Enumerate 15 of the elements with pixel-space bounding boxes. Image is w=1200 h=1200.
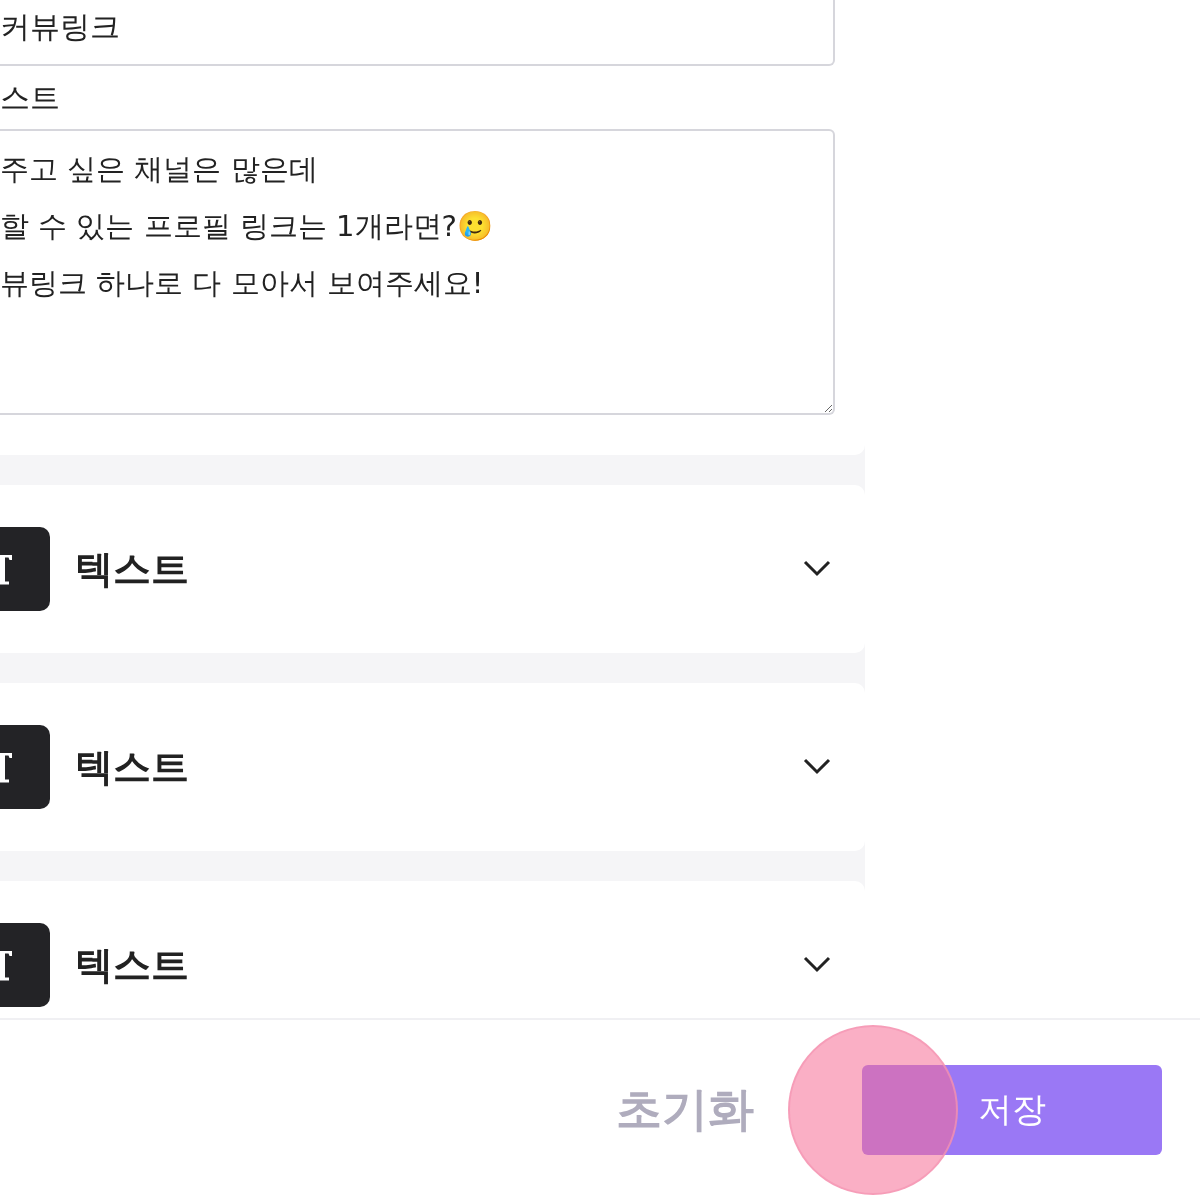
text-block-icon [0,527,50,611]
block-title: 텍스트 [75,743,190,791]
chevron-down-icon[interactable] [803,560,831,578]
text-block-icon [0,725,50,809]
text-block-icon [0,923,50,1007]
block-card[interactable]: 텍스트 [0,683,865,851]
chevron-down-icon[interactable] [803,956,831,974]
block-card[interactable]: 텍스트 [0,881,865,1018]
field-label: 스트 [0,79,61,117]
input-field[interactable]: 커뷰링크 [0,0,835,66]
block-title: 텍스트 [75,545,190,593]
block-title: 텍스트 [75,941,190,989]
text-area[interactable]: 주고 싶은 채널은 많은데 할 수 있는 프로필 링크는 1개라면?🥲 뷰링크 하나로 다 모아서 보여주세요! [0,129,835,415]
block-card[interactable]: 텍스트 [0,485,865,653]
chevron-down-icon[interactable] [803,758,831,776]
